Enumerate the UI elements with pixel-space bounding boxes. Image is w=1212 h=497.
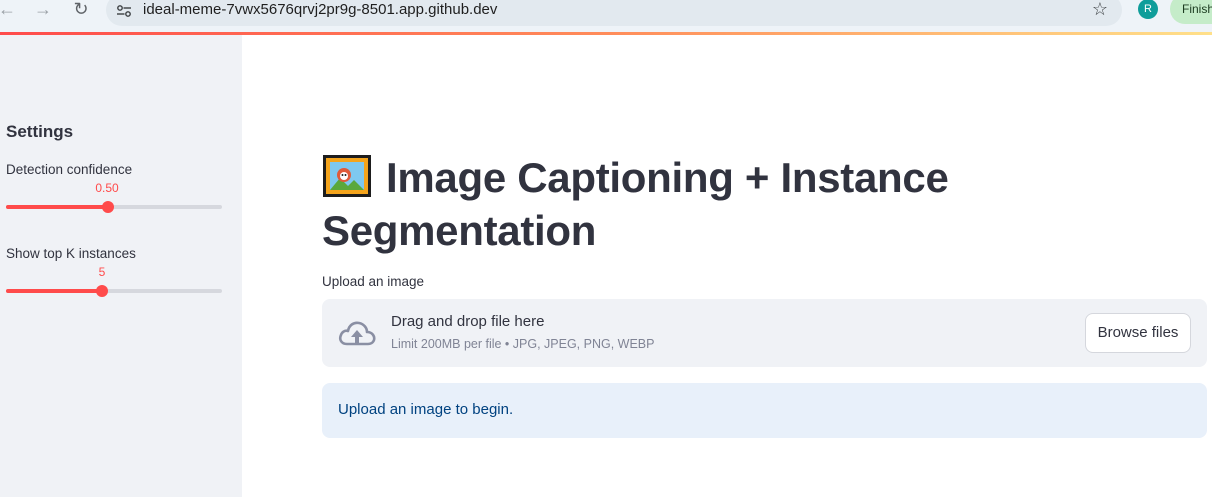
topk-slider-fill: [6, 289, 102, 293]
upload-label: Upload an image: [322, 274, 425, 289]
framed-picture-icon: [322, 154, 372, 198]
sidebar-title: Settings: [6, 122, 74, 141]
dropzone-title: Drag and drop file here: [391, 313, 545, 330]
url-text[interactable]: ideal-meme-7vwx5676qrvj2pr9g-8501.app.gi…: [143, 1, 497, 18]
confidence-slider-track[interactable]: [6, 205, 222, 209]
page-title: Image Captioning + Instance Segmentation: [322, 151, 1082, 257]
reload-icon[interactable]: ↻: [70, 0, 92, 20]
finish-button[interactable]: Finish: [1170, 0, 1212, 24]
confidence-slider-fill: [6, 205, 108, 209]
title-line-1: Image Captioning + Instance: [386, 154, 949, 201]
confidence-slider-value: 0.50: [95, 181, 119, 195]
topk-slider-label: Show top K instances: [6, 246, 136, 261]
dropzone-limit-text: Limit 200MB per file • JPG, JPEG, PNG, W…: [391, 337, 655, 351]
topk-slider-track[interactable]: [6, 289, 222, 293]
topk-slider-thumb[interactable]: [96, 285, 108, 297]
browse-files-button[interactable]: Browse files: [1085, 313, 1191, 353]
cloud-upload-icon: [338, 321, 376, 346]
file-dropzone[interactable]: Drag and drop file here Limit 200MB per …: [322, 299, 1207, 367]
confidence-slider-thumb[interactable]: [102, 201, 114, 213]
address-bar[interactable]: ideal-meme-7vwx5676qrvj2pr9g-8501.app.gi…: [106, 0, 1122, 26]
browser-toolbar: ← → ↻ ideal-meme-7vwx5676qrvj2pr9g-8501.…: [0, 0, 1212, 32]
bookmark-star-icon[interactable]: ☆: [1092, 0, 1108, 20]
main-content: Image Captioning + Instance Segmentation…: [242, 35, 1212, 497]
profile-avatar[interactable]: R: [1138, 0, 1158, 19]
topk-slider-value: 5: [98, 265, 106, 279]
info-alert-text: Upload an image to begin.: [338, 401, 514, 418]
info-alert: Upload an image to begin.: [322, 383, 1207, 438]
site-settings-icon[interactable]: [116, 4, 132, 18]
title-line-2: Segmentation: [322, 207, 597, 254]
forward-arrow-icon[interactable]: →: [32, 0, 54, 20]
back-arrow-icon[interactable]: ←: [0, 0, 18, 20]
sidebar: Settings Detection confidence 0.50 Show …: [0, 35, 242, 497]
confidence-slider-label: Detection confidence: [6, 162, 133, 177]
